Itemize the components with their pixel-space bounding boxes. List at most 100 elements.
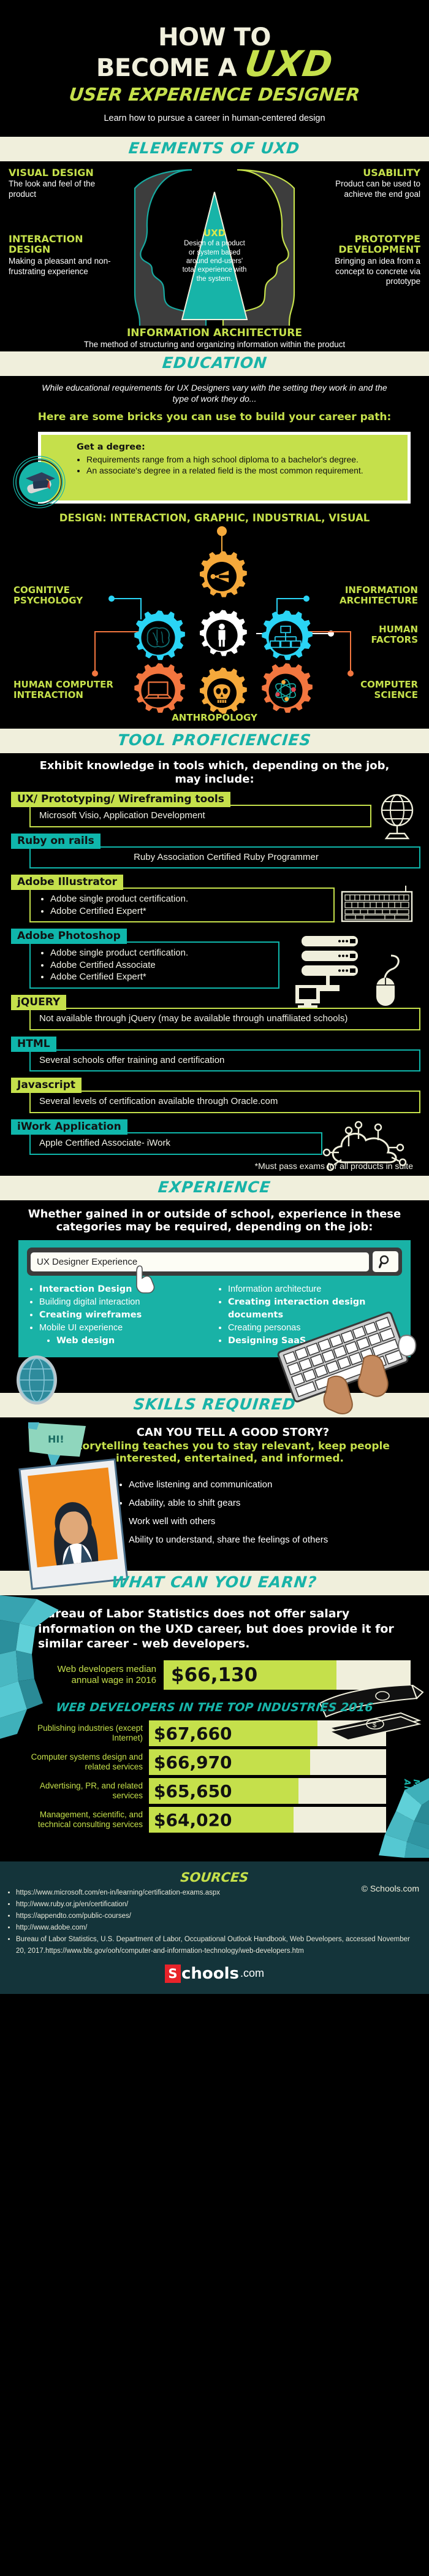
section-title-experience: EXPERIENCE — [157, 1178, 272, 1196]
tool-name: Javascript — [11, 1078, 82, 1094]
keyboard-icon — [340, 883, 414, 930]
industry-bar-row: Management, scientific, and technical co… — [17, 1807, 386, 1833]
globe-decoration-icon — [13, 1353, 60, 1410]
element-title: INFORMATION ARCHITECTURE — [126, 327, 303, 340]
industry-value: $67,660 — [154, 1723, 232, 1744]
tool-body: Microsoft Visio, Application Development — [29, 804, 371, 827]
section-band-tools: TOOL PROFICIENCIES — [0, 729, 429, 754]
skills-heading: CAN YOU TELL A GOOD STORY? — [136, 1426, 330, 1439]
uxd-triangle-title: UXD — [203, 228, 226, 239]
degree-card-frame: Get a degree: Requirements range from a … — [38, 431, 411, 504]
gear-human-computer-interaction — [134, 663, 185, 713]
tool-name: Adobe Photoshop — [11, 929, 127, 945]
gear-information-architecture — [262, 610, 313, 661]
two-heads-graphic: UXD Design of a product or system based … — [116, 166, 313, 331]
experience-section: Whether gained in or outside of school, … — [0, 1200, 429, 1415]
source-item[interactable]: http://www.adobe.com/ — [16, 1922, 417, 1934]
tools-section: Exhibit knowledge in tools which, depend… — [0, 753, 429, 1171]
tool-bullet: Adobe Certified Expert* — [50, 905, 327, 918]
element-visual-design: VISUAL DESIGN The look and feel of the p… — [9, 167, 122, 200]
section-title-sources: SOURCES — [180, 1870, 249, 1885]
degree-card-body: Get a degree: Requirements range from a … — [40, 433, 409, 502]
copyright-text: © Schools.com — [361, 1884, 419, 1894]
industry-bar: $66,970 — [149, 1749, 311, 1776]
search-input[interactable]: UX Designer Experience — [31, 1252, 369, 1271]
gear-label-anthropology: ANTHROPOLOGY — [172, 712, 257, 724]
tool-bullet: Adobe single product certification. — [50, 893, 327, 905]
elements-of-uxd-diagram: UXD Design of a product or system based … — [0, 161, 429, 351]
tool-detail: Several levels of certification availabl… — [39, 1096, 278, 1107]
gear-design — [200, 551, 247, 597]
education-intro: While educational requirements for UX De… — [42, 383, 387, 404]
tool-card-javascript: Javascript Several levels of certificati… — [11, 1078, 420, 1114]
element-title: INTERACTION DESIGN — [9, 233, 83, 256]
search-icon — [379, 1255, 389, 1268]
logo-mark: S — [164, 1964, 181, 1983]
uxd-triangle-desc: Design of a product or system based arou… — [182, 240, 247, 283]
tool-name: UX/ Prototyping/ Wireframing tools — [11, 791, 230, 807]
element-prototype-development: PROTOTYPE DEVELOPMENT Bringing an idea f… — [307, 234, 420, 287]
experience-column-1: Interaction Design Building digital inte… — [27, 1283, 213, 1347]
tool-detail: Not available through jQuery (may be ava… — [39, 1013, 348, 1024]
header-tagline: Learn how to pursue a career in human-ce… — [104, 113, 325, 124]
tool-bullet-list: Adobe single product certification. Adob… — [50, 893, 327, 917]
tool-detail: Several schools offer training and certi… — [39, 1054, 225, 1065]
industries-chart-title: WEB DEVELOPERS IN THE TOP INDUSTRIES 201… — [55, 1701, 374, 1715]
element-information-architecture: INFORMATION ARCHITECTURE The method of s… — [0, 327, 429, 349]
tool-card-ux-prototyping: UX/ Prototyping/ Wireframing tools Micro… — [11, 791, 420, 840]
tool-body: Apple Certified Associate- iWork — [29, 1132, 322, 1155]
search-bar[interactable]: UX Designer Experience — [27, 1248, 402, 1294]
page-header: HOW TO BECOME A UXD USER EXPERIENCE DESI… — [0, 0, 429, 137]
experience-item: Web design — [56, 1335, 213, 1347]
education-lead: Here are some bricks you can use to buil… — [37, 410, 392, 423]
header-subtitle: USER EXPERIENCE DESIGNER — [68, 84, 361, 105]
header-line-2: BECOME A — [96, 54, 237, 83]
tool-bullet: Adobe single product certification. — [50, 947, 272, 959]
experience-item: Information architecture — [228, 1283, 402, 1296]
header-brand-uxd: UXD — [242, 43, 336, 85]
section-title-tools: TOOL PROFICIENCIES — [116, 731, 313, 749]
industry-bar: $64,020 — [149, 1807, 294, 1833]
element-title: USABILITY — [363, 167, 420, 179]
skill-bullet: Adability, able to shift gears — [129, 1494, 417, 1512]
logo-suffix: .com — [240, 1967, 265, 1980]
cursor-hand-icon — [136, 1265, 155, 1294]
gear-computer-science — [262, 663, 313, 713]
experience-item: Creating wireframes — [39, 1309, 213, 1322]
svg-text:$: $ — [373, 1722, 376, 1729]
gear-diagram: COGNITIVE PSYCHOLOGY INFORMATION ARCHITE… — [0, 526, 429, 729]
section-title-elements: ELEMENTS OF UXD — [127, 139, 302, 158]
uxd-triangle-text: UXD Design of a product or system based … — [181, 228, 248, 283]
source-item[interactable]: https://appendto.com/public-courses/ — [16, 1911, 417, 1922]
element-desc: The method of structuring and organizing… — [83, 340, 346, 350]
section-title-education: EDUCATION — [161, 354, 268, 372]
skills-section: HI! CAN YOU TELL A GOOD STORY? Storytell… — [0, 1417, 429, 1590]
schools-logo[interactable]: S chools .com — [0, 1964, 429, 1983]
source-item[interactable]: Bureau of Labor Statistics, U.S. Departm… — [16, 1934, 417, 1957]
education-section: While educational requirements for UX De… — [0, 376, 429, 729]
industry-bar: $65,650 — [149, 1778, 298, 1804]
logo-text: chools — [181, 1964, 240, 1983]
get-a-degree-card: Get a degree: Requirements range from a … — [0, 431, 429, 508]
tool-detail: Ruby Association Certified Ruby Programm… — [134, 851, 319, 862]
gear-cognitive-psychology — [134, 610, 185, 661]
source-item[interactable]: https://www.microsoft.com/en-in/learning… — [16, 1887, 417, 1899]
tool-body: Adobe single product certification. Adob… — [29, 887, 335, 923]
header-line-1: HOW TO — [158, 23, 271, 52]
tool-card-html: HTML Several schools offer training and … — [11, 1036, 420, 1072]
tool-body: Ruby Association Certified Ruby Programm… — [29, 846, 420, 869]
tool-detail: Apple Certified Associate- iWork — [39, 1138, 170, 1149]
gear-label-information-architecture: INFORMATION ARCHITECTURE — [340, 585, 418, 606]
tool-detail: Microsoft Visio, Application Development — [39, 810, 205, 821]
search-button[interactable] — [373, 1251, 398, 1273]
skill-bullet: Work well with others — [129, 1512, 417, 1531]
skill-bullet: Active listening and communication — [129, 1476, 417, 1494]
experience-lead: Whether gained in or outside of school, … — [28, 1207, 401, 1234]
tool-bullet: Adobe Certified Expert* — [50, 971, 272, 983]
tools-intro: Exhibit knowledge in tools which, depend… — [39, 759, 390, 786]
section-band-education: EDUCATION — [0, 351, 429, 377]
infographic-page: HOW TO BECOME A UXD USER EXPERIENCE DESI… — [0, 0, 429, 2576]
experience-item: Interaction Design — [39, 1283, 213, 1296]
industry-value: $65,650 — [154, 1781, 232, 1801]
source-item[interactable]: http://www.ruby.or.jp/en/certification/ — [16, 1899, 417, 1911]
